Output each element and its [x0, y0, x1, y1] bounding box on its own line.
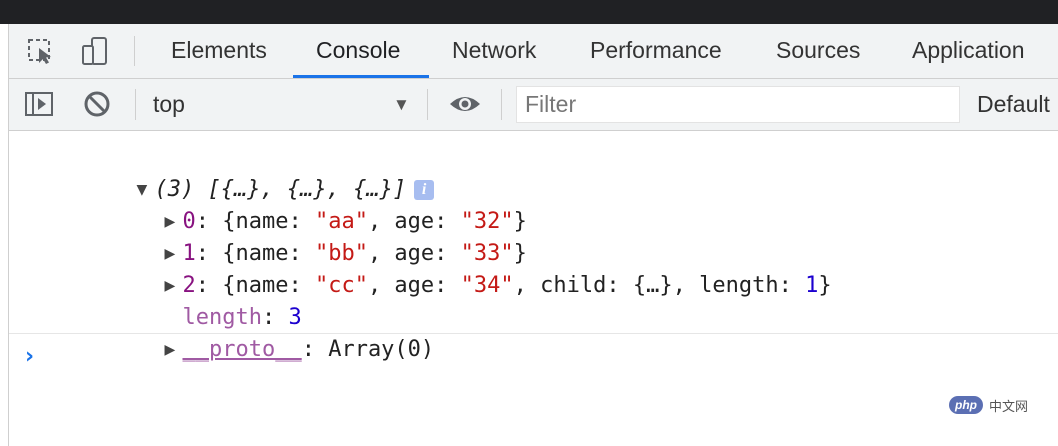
tab-performance[interactable]: Performance — [590, 24, 722, 78]
length-value: 1 — [805, 273, 819, 298]
console-prompt[interactable]: › — [25, 341, 34, 373]
context-dropdown-icon[interactable]: ▼ — [393, 79, 410, 130]
tab-network[interactable]: Network — [452, 24, 536, 78]
array-item-row[interactable]: ▶ 0: {name: "aa", age: "32"} — [85, 174, 526, 234]
array-item-row[interactable]: ▶ 2: {name: "cc", age: "34", child: {…}, … — [85, 238, 831, 298]
tab-application[interactable]: Application — [912, 24, 1025, 78]
clear-console-icon[interactable] — [81, 89, 113, 119]
age-value: "34" — [460, 273, 514, 298]
tab-sources[interactable]: Sources — [776, 24, 860, 78]
length-row: length: 3 — [182, 305, 302, 330]
device-toolbar-icon[interactable] — [79, 36, 111, 66]
toolbar-divider — [135, 89, 136, 120]
window-top-bar — [0, 0, 1058, 24]
devtools-panel: Elements Console Network Performance Sou… — [8, 24, 1058, 446]
expand-triangle-icon[interactable]: ▶ — [164, 334, 182, 366]
php-logo: php — [949, 396, 983, 414]
devtools-tab-bar: Elements Console Network Performance Sou… — [9, 24, 1058, 79]
watermark-text: 中文网 — [989, 399, 1029, 415]
toolbar-divider — [427, 89, 428, 120]
watermark: php 中文网 — [949, 393, 1028, 417]
toolbar-divider — [501, 89, 502, 120]
show-sidebar-icon[interactable] — [23, 89, 55, 119]
toolbar-divider — [134, 36, 135, 66]
tab-console[interactable]: Console — [316, 24, 400, 78]
active-tab-indicator — [293, 75, 429, 78]
tab-elements[interactable]: Elements — [171, 24, 267, 78]
context-selector[interactable]: top — [153, 79, 185, 130]
console-output: ▼ (3) [{…}, {…}, {…}] i ▶ 0: {name: "aa", a… — [9, 131, 1058, 446]
array-summary-row[interactable]: ▼ (3) [{…}, {…}, {…}] i — [57, 142, 435, 202]
child-value: {…} — [632, 273, 673, 298]
array-item-row[interactable]: ▶ 1: {name: "bb", age: "33"} — [85, 206, 526, 266]
proto-row[interactable]: ▶ __proto__: Array(0) — [85, 302, 434, 362]
console-toolbar: top ▼ Filter Default — [9, 79, 1058, 131]
log-levels-dropdown[interactable]: Default — [977, 79, 1050, 130]
proto-value: Array(0) — [328, 337, 435, 362]
proto-key: __proto__ — [182, 337, 302, 362]
inspect-element-icon[interactable] — [25, 36, 57, 66]
console-divider — [9, 333, 1058, 334]
live-expression-icon[interactable] — [447, 89, 483, 119]
name-value: "cc" — [314, 273, 368, 298]
filter-input[interactable]: Filter — [516, 86, 960, 123]
